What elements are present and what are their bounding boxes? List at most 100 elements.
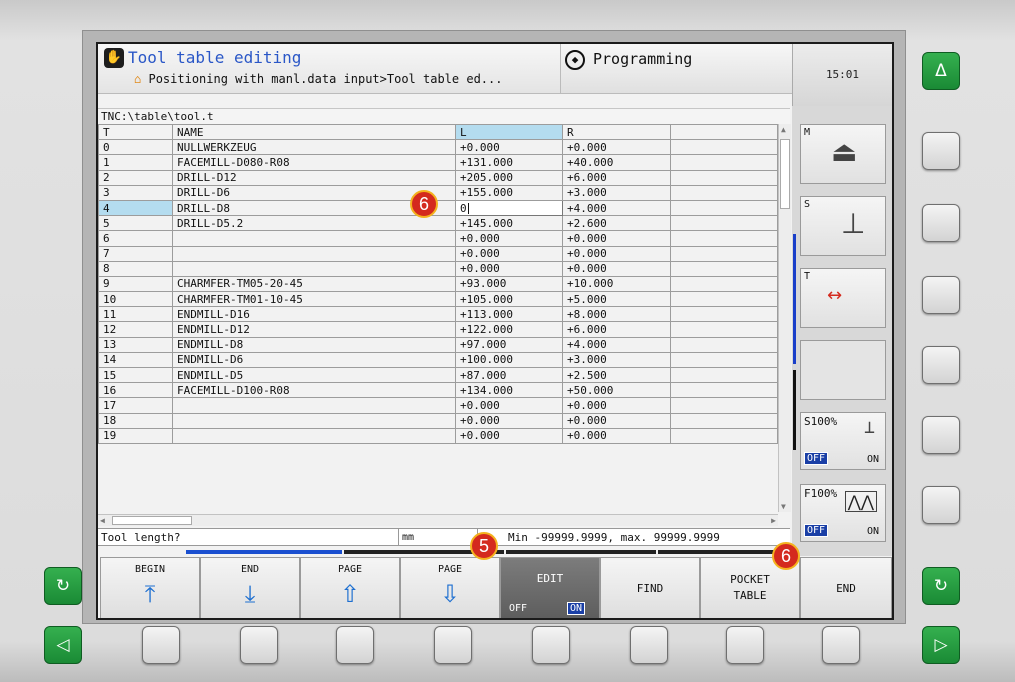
tool-length-cell[interactable]: +145.000 <box>455 215 563 232</box>
tool-length-cell[interactable]: +105.000 <box>455 291 563 308</box>
table-row[interactable]: 15 ENDMILL-D5 +87.000 +2.500 <box>98 366 778 384</box>
tool-radius-cell[interactable]: +40.000 <box>562 154 671 171</box>
tool-length-cell[interactable]: +205.000 <box>455 169 563 186</box>
scroll-down-icon[interactable]: ▼ <box>781 502 786 511</box>
table-row[interactable]: 8 +0.000 +0.000 <box>98 260 778 277</box>
tool-name-cell[interactable] <box>172 397 456 414</box>
vertical-softkey-3[interactable] <box>922 276 960 314</box>
side-softkey-s[interactable]: S ⊥ <box>800 196 886 256</box>
table-row[interactable]: 11 ENDMILL-D16 +113.000 +8.000 <box>98 306 778 323</box>
tool-number-cell[interactable]: 3 <box>98 184 173 201</box>
tool-length-cell[interactable]: +0.000 <box>455 230 563 247</box>
tool-radius-cell[interactable]: +4.000 <box>562 336 671 353</box>
vertical-softkey-4[interactable] <box>922 346 960 384</box>
tool-length-cell[interactable]: +113.000 <box>455 306 563 323</box>
tool-number-cell[interactable]: 10 <box>98 291 173 308</box>
table-row[interactable]: 12 ENDMILL-D12 +122.000 +6.000 <box>98 321 778 338</box>
tool-number-cell[interactable]: 8 <box>98 260 173 277</box>
softkey-row-switch-right[interactable]: ↻ <box>922 567 960 605</box>
column-header-r[interactable]: R <box>562 123 671 141</box>
side-softkey-empty[interactable] <box>800 340 886 400</box>
horizontal-softkey-2[interactable] <box>240 626 278 664</box>
tool-name-cell[interactable]: NULLWERKZEUG <box>172 139 456 156</box>
next-softkey-row-key[interactable]: ▷ <box>922 626 960 664</box>
horizontal-softkey-5[interactable] <box>532 626 570 664</box>
table-row[interactable]: 7 +0.000 +0.000 <box>98 245 778 262</box>
tool-radius-cell[interactable]: +0.000 <box>562 139 671 156</box>
tool-number-cell[interactable]: 19 <box>98 427 173 444</box>
softkey-begin[interactable]: BEGIN ⤒ <box>100 557 200 618</box>
tool-name-cell[interactable]: DRILL-D12 <box>172 169 456 186</box>
scroll-left-icon[interactable]: ◀ <box>100 516 105 525</box>
tool-length-cell[interactable]: +93.000 <box>455 275 563 293</box>
tool-length-cell[interactable]: +100.000 <box>455 351 563 369</box>
softkey-edit[interactable]: EDIT OFF ON <box>500 557 600 618</box>
tool-number-cell[interactable]: 6 <box>98 230 173 247</box>
tool-radius-cell[interactable]: +4.000 <box>562 199 671 217</box>
tool-name-cell[interactable]: FACEMILL-D100-R08 <box>172 382 456 399</box>
tool-radius-cell[interactable]: +6.000 <box>562 169 671 186</box>
softkey-end[interactable]: END <box>800 557 892 618</box>
column-header-name[interactable]: NAME <box>172 123 456 141</box>
horizontal-softkey-4[interactable] <box>434 626 472 664</box>
vertical-softkey-1[interactable] <box>922 132 960 170</box>
tool-number-cell[interactable]: 11 <box>98 306 173 323</box>
tool-length-cell[interactable]: +97.000 <box>455 336 563 353</box>
tool-radius-cell[interactable]: +50.000 <box>562 382 671 399</box>
tool-number-cell[interactable]: 5 <box>98 215 173 232</box>
tool-length-cell[interactable]: +87.000 <box>455 366 563 384</box>
tool-length-cell[interactable]: +134.000 <box>455 382 563 399</box>
screen-switch-key[interactable]: Δ <box>922 52 960 90</box>
tool-number-cell[interactable]: 4 <box>98 199 173 217</box>
tool-name-cell[interactable] <box>172 260 456 277</box>
table-row[interactable]: 18 +0.000 +0.000 <box>98 412 778 429</box>
horizontal-softkey-7[interactable] <box>726 626 764 664</box>
tool-length-cell[interactable]: +155.000 <box>455 184 563 201</box>
tool-name-cell[interactable]: DRILL-D5.2 <box>172 215 456 232</box>
tool-number-cell[interactable]: 13 <box>98 336 173 353</box>
table-row[interactable]: 19 +0.000 +0.000 <box>98 427 778 444</box>
table-row[interactable]: 4 DRILL-D8 0 +4.000 <box>98 199 778 217</box>
tool-name-cell[interactable]: FACEMILL-D080-R08 <box>172 154 456 171</box>
tool-radius-cell[interactable]: +3.000 <box>562 184 671 201</box>
tool-radius-cell[interactable]: +0.000 <box>562 260 671 277</box>
tool-radius-cell[interactable]: +2.500 <box>562 366 671 384</box>
tool-number-cell[interactable]: 2 <box>98 169 173 186</box>
softkey-find[interactable]: FIND <box>600 557 700 618</box>
feed-override[interactable]: F100% ⋀⋀ OFF ON <box>800 484 886 542</box>
vertical-scroll-thumb[interactable] <box>780 139 790 209</box>
tool-name-cell[interactable]: ENDMILL-D6 <box>172 351 456 369</box>
tool-number-cell[interactable]: 17 <box>98 397 173 414</box>
horizontal-scrollbar[interactable]: ◀ ▶ <box>98 514 778 526</box>
tool-name-cell[interactable] <box>172 230 456 247</box>
softkey-page-down[interactable]: PAGE ⇩ <box>400 557 500 618</box>
table-row[interactable]: 13 ENDMILL-D8 +97.000 +4.000 <box>98 336 778 353</box>
table-row[interactable]: 1 FACEMILL-D080-R08 +131.000 +40.000 <box>98 154 778 171</box>
softkey-row-switch-left[interactable]: ↻ <box>44 567 82 605</box>
tool-number-cell[interactable]: 12 <box>98 321 173 338</box>
tool-name-cell[interactable] <box>172 412 456 429</box>
table-row[interactable]: 5 DRILL-D5.2 +145.000 +2.600 <box>98 215 778 232</box>
table-row[interactable]: 16 FACEMILL-D100-R08 +134.000 +50.000 <box>98 382 778 399</box>
tool-number-cell[interactable]: 14 <box>98 351 173 369</box>
tool-radius-cell[interactable]: +0.000 <box>562 230 671 247</box>
table-row[interactable]: 6 +0.000 +0.000 <box>98 230 778 247</box>
vertical-softkey-5[interactable] <box>922 416 960 454</box>
tool-length-cell[interactable]: +122.000 <box>455 321 563 338</box>
tool-length-cell[interactable]: +0.000 <box>455 427 563 444</box>
side-softkey-t[interactable]: T ↔ <box>800 268 886 328</box>
tool-length-cell[interactable]: +0.000 <box>455 412 563 429</box>
horizontal-softkey-6[interactable] <box>630 626 668 664</box>
tool-name-cell[interactable] <box>172 427 456 444</box>
tool-length-cell[interactable]: 0 <box>455 199 563 217</box>
tool-radius-cell[interactable]: +0.000 <box>562 427 671 444</box>
tool-name-cell[interactable]: ENDMILL-D12 <box>172 321 456 338</box>
tool-name-cell[interactable]: ENDMILL-D5 <box>172 366 456 384</box>
vertical-softkey-6[interactable] <box>922 486 960 524</box>
tool-radius-cell[interactable]: +0.000 <box>562 397 671 414</box>
tool-number-cell[interactable]: 7 <box>98 245 173 262</box>
tool-name-cell[interactable]: CHARMFER-TM05-20-45 <box>172 275 456 293</box>
tool-number-cell[interactable]: 16 <box>98 382 173 399</box>
tool-length-cell[interactable]: +0.000 <box>455 139 563 156</box>
tool-radius-cell[interactable]: +0.000 <box>562 245 671 262</box>
